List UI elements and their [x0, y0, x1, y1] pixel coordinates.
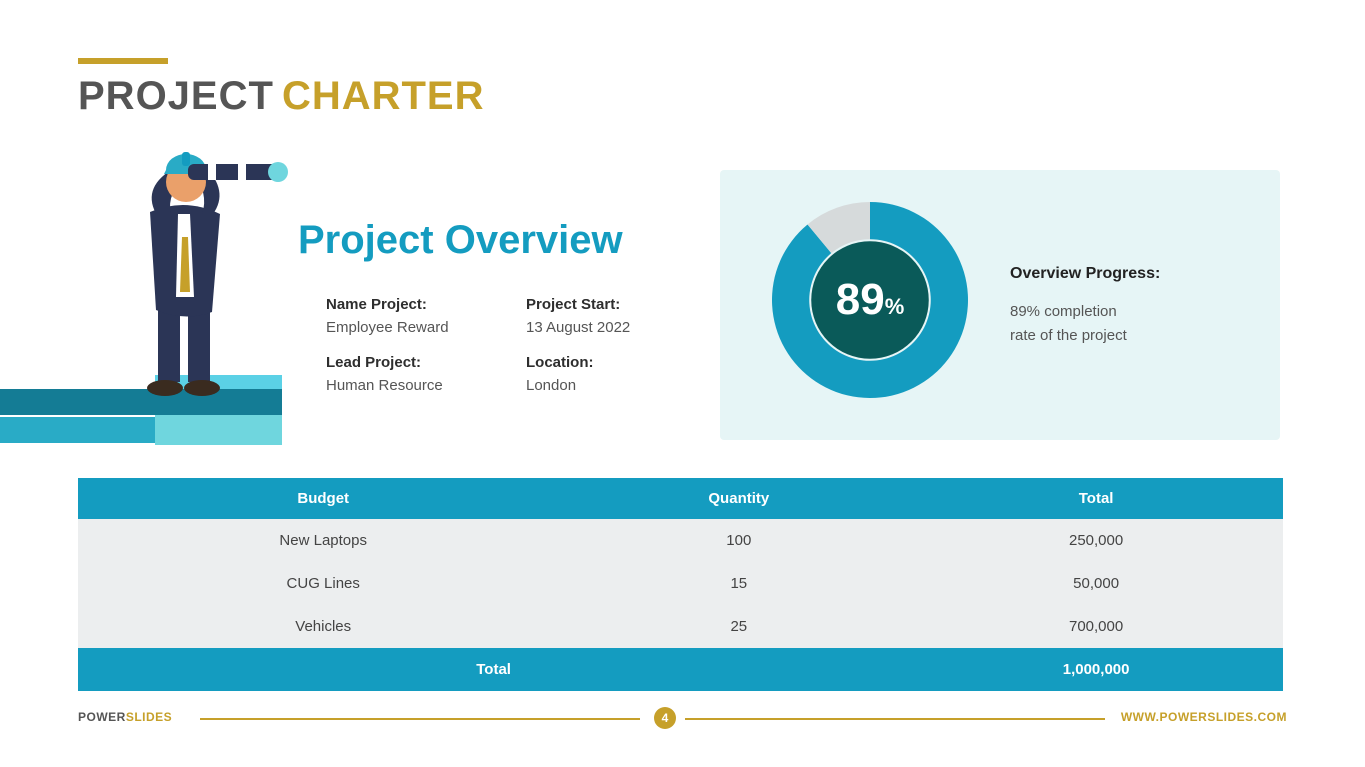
table-cell: 25: [568, 605, 909, 648]
title-accent-bar: [78, 58, 168, 64]
field-label: Location:: [526, 354, 726, 371]
table-cell: New Laptops: [78, 519, 568, 562]
footer-url: WWW.POWERSLIDES.COM: [1121, 710, 1287, 724]
budget-table: Budget Quantity Total New Laptops100250,…: [78, 478, 1283, 691]
brand-part-1: POWER: [78, 710, 126, 724]
table-body: New Laptops100250,000CUG Lines1550,000Ve…: [78, 519, 1283, 648]
field-label: Project Start:: [526, 296, 726, 313]
total-value: 1,000,000: [909, 648, 1283, 691]
field-name-project: Name Project: Employee Reward: [326, 296, 526, 336]
field-value: Employee Reward: [326, 319, 526, 336]
platform-bar: [155, 415, 282, 445]
table-cell: 700,000: [909, 605, 1283, 648]
footer-brand: POWERSLIDES: [78, 710, 172, 724]
title-word-2: CHARTER: [282, 74, 485, 118]
footer-divider: [685, 718, 1105, 720]
slide-footer: POWERSLIDES 4 WWW.POWERSLIDES.COM: [0, 710, 1365, 740]
field-value: Human Resource: [326, 377, 526, 394]
field-location: Location: London: [526, 354, 726, 394]
progress-label: Overview Progress:: [1010, 265, 1160, 283]
progress-sub-line: rate of the project: [1010, 327, 1127, 344]
table-header: Budget Quantity Total: [78, 478, 1283, 519]
progress-description: 89% completion rate of the project: [1010, 300, 1127, 348]
person-telescope-icon: [90, 142, 300, 402]
table-cell: 100: [568, 519, 909, 562]
overview-fields: Name Project: Employee Reward Project St…: [326, 296, 726, 394]
footer-divider: [200, 718, 640, 720]
table-footer-row: Total 1,000,000: [78, 648, 1283, 691]
table-row: Vehicles25700,000: [78, 605, 1283, 648]
table-cell: 15: [568, 562, 909, 605]
progress-number: 89: [836, 275, 885, 324]
table-cell: CUG Lines: [78, 562, 568, 605]
field-lead-project: Lead Project: Human Resource: [326, 354, 526, 394]
overview-heading: Project Overview: [298, 218, 623, 263]
table-cell: 250,000: [909, 519, 1283, 562]
slide: PROJECTCHARTER: [0, 0, 1365, 767]
field-label: Lead Project:: [326, 354, 526, 371]
field-value: London: [526, 377, 726, 394]
page-number-badge: 4: [654, 707, 676, 729]
col-budget: Budget: [78, 478, 568, 519]
table-row: New Laptops100250,000: [78, 519, 1283, 562]
progress-sub-line: 89% completion: [1010, 303, 1117, 320]
table-cell: Vehicles: [78, 605, 568, 648]
brand-part-2: SLIDES: [126, 710, 172, 724]
table-cell: 50,000: [909, 562, 1283, 605]
field-value: 13 August 2022: [526, 319, 726, 336]
table-row: CUG Lines1550,000: [78, 562, 1283, 605]
col-total: Total: [909, 478, 1283, 519]
progress-donut-chart: 89%: [765, 195, 975, 405]
field-project-start: Project Start: 13 August 2022: [526, 296, 726, 336]
slide-title: PROJECTCHARTER: [78, 74, 484, 119]
field-label: Name Project:: [326, 296, 526, 313]
title-word-1: PROJECT: [78, 74, 274, 118]
percent-symbol: %: [885, 294, 905, 319]
col-quantity: Quantity: [568, 478, 909, 519]
total-label: Total: [78, 648, 909, 691]
progress-value: 89%: [836, 275, 905, 325]
